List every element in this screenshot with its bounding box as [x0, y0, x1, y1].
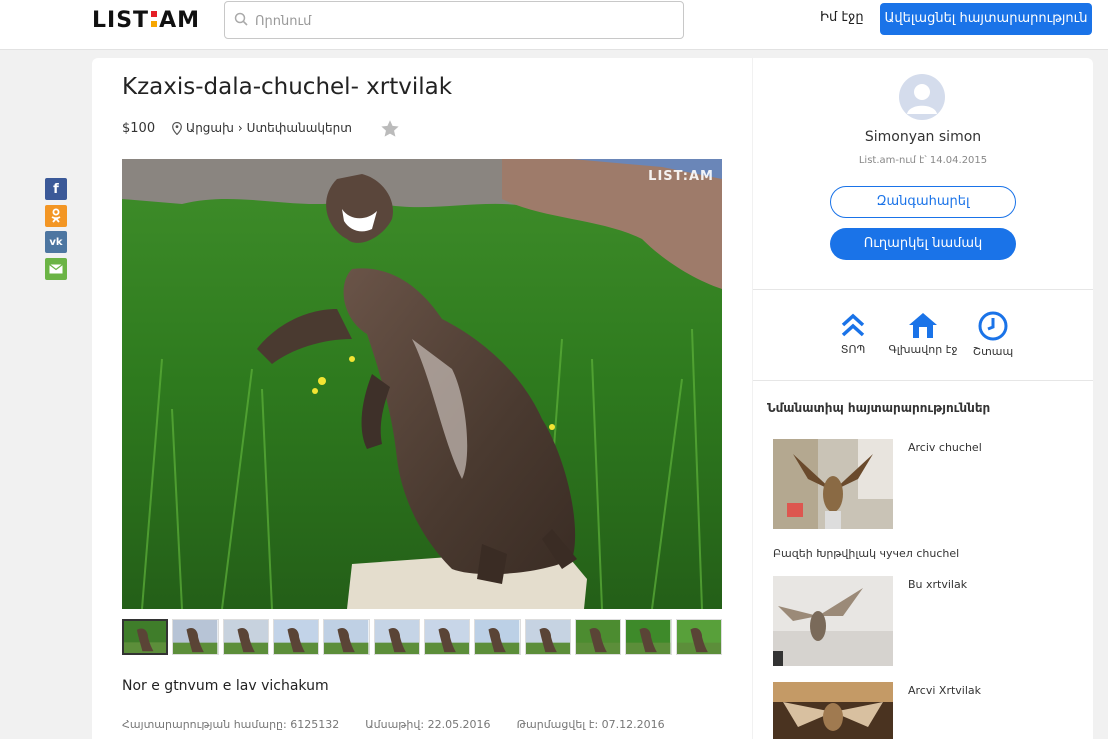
share-bar: f vk [45, 178, 67, 284]
photo-thumbnail[interactable] [373, 619, 420, 655]
similar-item-label[interactable]: Arcvi Xrtvilak [908, 684, 981, 697]
home-icon [909, 313, 937, 338]
photo-thumbnail[interactable] [172, 619, 219, 655]
my-page-link[interactable]: Իմ էջը [820, 10, 864, 25]
photo-thumbnail[interactable] [625, 619, 672, 655]
listing-title: Kzaxis-dala-chuchel- xrtvilak [122, 74, 453, 100]
listing-meta: Հայտարարության համարը: 6125132 Ամսաթիվ: … [122, 718, 665, 731]
main-photo[interactable]: LIST:AM [122, 159, 722, 609]
similar-item-image[interactable] [773, 682, 893, 739]
similar-item-label[interactable]: Arciv chuchel [908, 441, 982, 454]
vk-icon[interactable]: vk [45, 231, 67, 253]
send-message-button[interactable]: Ուղարկել նամակ [830, 228, 1016, 260]
listing-card: Kzaxis-dala-chuchel- xrtvilak $100 Արցախ… [92, 58, 752, 739]
listam-logo[interactable]: LIST AM [92, 8, 200, 33]
call-button[interactable]: Զանգահարել [830, 186, 1016, 218]
similar-item-label[interactable]: Բազեի Խրթվիլակ чучел chuchel [773, 547, 959, 560]
listing-price: $100 [122, 121, 156, 136]
photo-thumbnail[interactable] [574, 619, 622, 655]
photo-thumbnail[interactable] [423, 619, 471, 655]
photo-thumbnail[interactable] [222, 619, 269, 655]
divider [753, 289, 1093, 290]
user-avatar-icon [907, 84, 937, 114]
location-separator: › [237, 121, 243, 135]
urgent-action[interactable]: Շտապ [953, 311, 1033, 358]
seller-since: List.am-ում է՝ 14.04.2015 [858, 155, 988, 166]
owl-photo-image [773, 682, 893, 739]
similar-item-label[interactable]: Bu xrtvilak [908, 578, 967, 591]
logo-text-am: AM [159, 8, 200, 33]
owl-photo-image [773, 576, 893, 666]
facebook-icon[interactable]: f [45, 178, 67, 200]
top-action[interactable]: ՏՈՊ [813, 311, 893, 356]
photo-watermark: LIST:AM [648, 169, 714, 184]
photo-thumbnail[interactable] [675, 619, 722, 655]
search-box[interactable] [224, 1, 684, 39]
email-icon[interactable] [45, 257, 67, 280]
photo-thumbnail[interactable] [122, 619, 169, 655]
divider [753, 380, 1093, 381]
home-action-label: Գլխավոր էջ [888, 343, 958, 356]
seller-name[interactable]: Simonyan simon [753, 129, 1093, 145]
home-action[interactable]: Գլխավոր էջ [883, 311, 963, 356]
location-region-link[interactable]: Արցախ [186, 121, 234, 135]
double-chevron-up-icon [841, 313, 865, 337]
photo-thumbnail[interactable] [323, 619, 370, 655]
clock-icon [978, 311, 1008, 341]
top-header: LIST AM Իմ էջը Ավելացնել հայտարարություն [0, 0, 1108, 50]
logo-text-list: LIST [92, 8, 150, 33]
photo-thumbnail[interactable] [273, 619, 320, 655]
seller-panel: Simonyan simon List.am-ում է՝ 14.04.2015… [753, 58, 1093, 739]
similar-item-image[interactable] [773, 576, 893, 666]
photo-thumbnail[interactable] [524, 619, 571, 655]
thumbnail-strip [122, 619, 722, 655]
listing-description: Nor e gtnvum e lav vichakum [122, 678, 329, 694]
avatar[interactable] [899, 74, 945, 120]
odnoklassniki-icon[interactable] [45, 204, 67, 227]
top-action-label: ՏՈՊ [840, 343, 866, 356]
ad-number: Հայտարարության համարը: 6125132 [122, 718, 340, 731]
location-pin-icon [172, 121, 182, 135]
owl-photo-image [773, 439, 893, 529]
listing-location: Արցախ › Ստեփանակերտ [172, 121, 352, 135]
photo-thumbnail[interactable] [474, 619, 521, 655]
similar-ads-title: Նմանատիպ հայտարարություններ [767, 401, 991, 415]
post-ad-button[interactable]: Ավելացնել հայտարարություն [880, 3, 1092, 35]
photo-ferret-image [122, 159, 722, 609]
search-icon [234, 12, 248, 26]
urgent-action-label: Շտապ [972, 345, 1014, 358]
favorite-star-icon[interactable] [379, 118, 401, 140]
logo-colon-icon [150, 8, 158, 30]
location-city-link[interactable]: Ստեփանակերտ [247, 121, 352, 135]
ad-updated: Թարմացվել է: 07.12.2016 [516, 718, 665, 731]
similar-item-image[interactable] [773, 439, 893, 529]
search-input[interactable] [255, 10, 675, 32]
ad-date: Ամսաթիվ: 22.05.2016 [365, 718, 491, 731]
